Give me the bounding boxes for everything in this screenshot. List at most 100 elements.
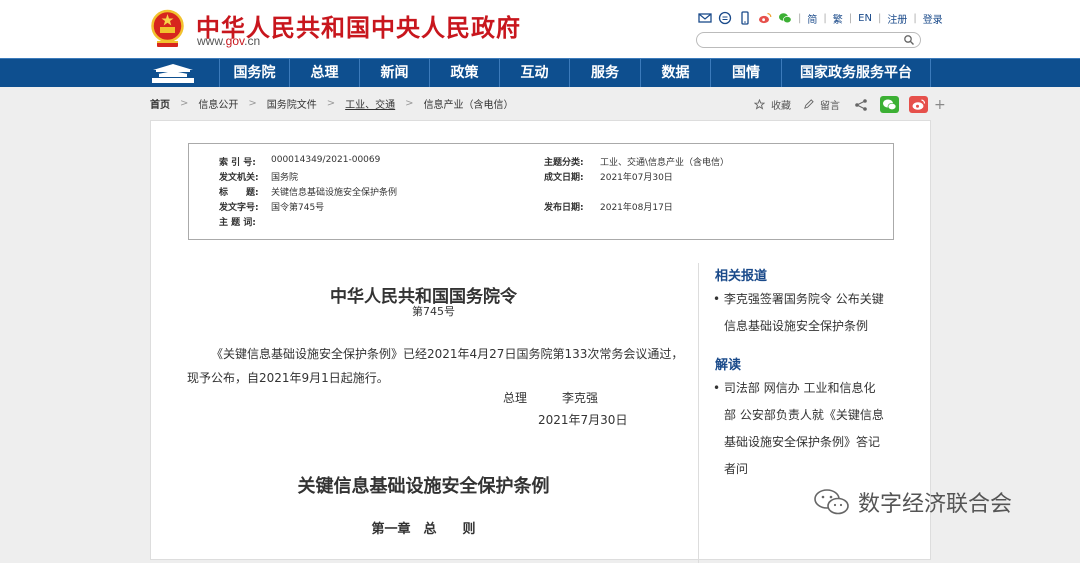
link-separator: | <box>798 12 802 24</box>
more-share-button[interactable]: + <box>934 97 946 113</box>
breadcrumb-separator: > <box>405 98 414 109</box>
meta-value: 2021年08月17日 <box>600 203 673 213</box>
meta-topic-row: 主题分类: 工业、交通\信息产业（含电信） <box>544 155 729 168</box>
decree-number: 第745号 <box>412 305 455 318</box>
meta-date-made-row: 成文日期: 2021年07月30日 <box>544 170 673 183</box>
watermark: 数字经济联合会 <box>812 486 1012 518</box>
meta-date-pub-row: 发布日期: 2021年08月17日 <box>544 200 673 213</box>
national-emblem-icon[interactable] <box>151 8 184 48</box>
link-english[interactable]: EN <box>858 13 872 24</box>
regulation-title: 关键信息基础设施安全保护条例 <box>297 476 550 497</box>
meta-doc-no-row: 发文字号: 国令第745号 <box>219 200 324 213</box>
related-report-line[interactable]: • 李克强签署国务院令 公布关键 <box>713 286 893 313</box>
meta-label: 索 引 号: <box>219 158 256 168</box>
nav-services[interactable]: 服务 <box>569 59 640 87</box>
breadcrumb-info-industry[interactable]: 信息产业（含电信） <box>424 96 514 111</box>
meta-value: 2021年07月30日 <box>600 173 673 183</box>
link-login[interactable]: 登录 <box>923 11 943 26</box>
link-separator: | <box>848 12 853 24</box>
nav-gov-service-platform[interactable]: 国家政务服务平台 <box>781 59 931 87</box>
site-url: www.gov.cn <box>197 34 260 48</box>
sidebar-divider <box>698 263 699 563</box>
link-separator: | <box>823 12 827 24</box>
interpretation-line[interactable]: 基础设施安全保护条例》答记 <box>713 429 893 456</box>
nav-policy[interactable]: 政策 <box>429 59 499 87</box>
main-nav: 国务院 总理 新闻 政策 互动 服务 数据 国情 国家政务服务平台 <box>0 58 1080 87</box>
wechat-icon[interactable] <box>778 11 792 25</box>
chapter-heading: 第一章 总 则 <box>371 522 476 537</box>
search-input[interactable] <box>696 32 921 48</box>
nav-data[interactable]: 数据 <box>640 59 710 87</box>
meta-label: 主 题 词: <box>219 218 256 228</box>
related-report-line[interactable]: 信息基础设施安全保护条例 <box>713 313 893 340</box>
breadcrumb: 首页 > 信息公开 > 国务院文件 > 工业、交通 > 信息产业（含电信） <box>150 96 514 111</box>
url-suffix: .cn <box>244 34 261 48</box>
breadcrumb-industry-transport[interactable]: 工业、交通 <box>345 96 395 111</box>
interpretation-line[interactable]: • 司法部 网信办 工业和信息化 <box>713 375 893 402</box>
meta-keywords-row: 主 题 词: <box>219 215 271 228</box>
wechat-share-icon[interactable] <box>880 96 899 113</box>
share-icon[interactable] <box>854 98 868 112</box>
breadcrumb-state-docs[interactable]: 国务院文件 <box>267 96 317 111</box>
signer-role: 总理 <box>503 391 528 405</box>
nav-items: 国务院 总理 新闻 政策 互动 服务 数据 国情 国家政务服务平台 <box>219 59 931 87</box>
meta-index-row: 索 引 号: 000014349/2021-00069 <box>219 155 380 168</box>
decree-paragraph-continued: 现予公布，自2021年9月1日起施行。 <box>187 371 389 385</box>
site-header: 中华人民共和国中央人民政府 www.gov.cn | 简 | 繁 | EN | … <box>0 0 1080 58</box>
interpretation-line[interactable]: 部 公安部负责人就《关键信息 <box>713 402 893 429</box>
tiananmen-icon <box>152 64 194 83</box>
link-separator: | <box>913 12 917 24</box>
signer-name: 李克强 <box>562 391 599 405</box>
favorite-button[interactable]: 收藏 <box>771 97 791 112</box>
nav-news[interactable]: 新闻 <box>359 59 429 87</box>
related-report-link[interactable]: • 李克强签署国务院令 公布关键 信息基础设施安全保护条例 <box>713 286 893 340</box>
meta-label: 主题分类: <box>544 158 584 168</box>
meta-value: 000014349/2021-00069 <box>271 155 381 165</box>
meta-label: 成文日期: <box>544 173 584 183</box>
mail-icon[interactable] <box>698 11 712 25</box>
watermark-text: 数字经济联合会 <box>858 492 1013 517</box>
link-simplified[interactable]: 简 <box>807 11 817 26</box>
url-domain: gov <box>225 34 245 48</box>
related-reports-heading: 相关报道 <box>715 269 768 284</box>
weibo-icon[interactable] <box>758 11 772 25</box>
article-tools: 收藏 留言 + <box>754 96 946 113</box>
url-prefix: www. <box>197 34 226 48</box>
pen-icon[interactable] <box>803 99 814 110</box>
breadcrumb-info-public[interactable]: 信息公开 <box>198 96 238 111</box>
interpretation-line[interactable]: 者问 <box>713 456 893 483</box>
interpretation-link[interactable]: • 司法部 网信办 工业和信息化 部 公安部负责人就《关键信息 基础设施安全保护… <box>713 375 893 483</box>
nav-state-council[interactable]: 国务院 <box>219 59 289 87</box>
mobile-icon[interactable] <box>738 11 752 25</box>
nav-national-info[interactable]: 国情 <box>710 59 781 87</box>
decree-paragraph: 《关键信息基础设施安全保护条例》已经2021年4月27日国务院第133次常务会议… <box>211 347 684 361</box>
link-register[interactable]: 注册 <box>887 11 907 26</box>
meta-label: 标 题: <box>219 188 259 198</box>
meta-label: 发文字号: <box>219 203 259 213</box>
search-icon[interactable] <box>903 34 915 46</box>
wechat-watermark-icon <box>814 489 849 515</box>
meta-value: 国令第745号 <box>271 203 325 213</box>
weibo-share-icon[interactable] <box>909 96 928 113</box>
meta-value: 工业、交通\信息产业（含电信） <box>600 158 730 168</box>
meta-issuer-row: 发文机关: 国务院 <box>219 170 298 183</box>
sign-date: 2021年7月30日 <box>538 413 628 427</box>
interpretation-heading: 解读 <box>715 358 742 373</box>
breadcrumb-separator: > <box>326 98 336 109</box>
nav-interaction[interactable]: 互动 <box>499 59 569 87</box>
link-separator: | <box>877 12 882 24</box>
star-icon[interactable] <box>754 99 765 110</box>
breadcrumb-home[interactable]: 首页 <box>150 96 170 111</box>
breadcrumb-separator: > <box>248 98 257 109</box>
document-metadata: 索 引 号: 000014349/2021-00069 主题分类: 工业、交通\… <box>188 143 894 240</box>
link-traditional[interactable]: 繁 <box>833 11 843 26</box>
meta-value: 关键信息基础设施安全保护条例 <box>271 188 398 198</box>
top-links: | 简 | 繁 | EN | 注册 | 登录 <box>698 10 943 26</box>
chat-icon[interactable] <box>718 11 732 25</box>
breadcrumb-separator: > <box>180 98 189 109</box>
comment-button[interactable]: 留言 <box>820 97 840 112</box>
meta-title-row: 标 题: 关键信息基础设施安全保护条例 <box>219 185 397 198</box>
meta-label: 发文机关: <box>219 173 259 183</box>
meta-value: 国务院 <box>271 173 299 183</box>
nav-premier[interactable]: 总理 <box>289 59 359 87</box>
